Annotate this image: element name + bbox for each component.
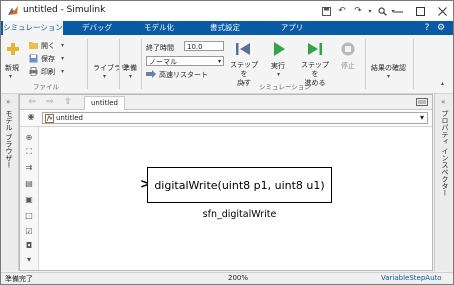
redo-icon[interactable]: ↷ <box>352 3 364 19</box>
more-icon[interactable]: ▾ <box>24 255 34 264</box>
run-button[interactable]: 実行 <box>271 61 285 71</box>
block-text: digitalWrite(uint8 p1, uint8 u1) <box>154 178 325 192</box>
diagram-canvas[interactable]: > digitalWrite(uint8 p1, uint8 u1) sfn_d… <box>39 127 432 270</box>
fast-restart-button[interactable]: 高速リスタート <box>159 70 208 80</box>
prepare-button[interactable]: 準備 <box>123 63 137 73</box>
settings-icon[interactable]: ⚙ <box>435 21 447 35</box>
run-dropdown-icon[interactable]: ▾ <box>277 71 280 78</box>
image-icon[interactable]: ▣ <box>24 195 34 204</box>
print-button[interactable]: 印刷 <box>41 67 55 77</box>
model-path: untitled <box>56 114 84 122</box>
ribbon-tab-bar: シミュレーション デバッグ モデル化 書式設定 アプリ ? ⚙ <box>1 21 453 35</box>
tab-debug[interactable]: デバッグ <box>77 21 117 35</box>
model-browser-strip[interactable]: » モデル ブラウザー <box>1 94 19 271</box>
zoom-level: 200% <box>228 274 249 282</box>
ribbon-separator <box>87 39 88 89</box>
help-icon[interactable]: ? <box>421 21 433 35</box>
fast-restart-icon <box>146 70 156 78</box>
annotation-icon[interactable]: ▤ <box>24 179 34 188</box>
stop-button[interactable]: 停止 <box>341 61 355 71</box>
tab-apps[interactable]: アプリ <box>275 21 309 35</box>
area-icon[interactable]: □ <box>24 211 34 220</box>
status-text: 準備完了 <box>5 275 33 283</box>
new-dropdown-icon[interactable]: ▾ <box>9 73 12 80</box>
folder-icon <box>29 42 38 49</box>
address-bar: ◉ untitled ▾ <box>20 110 432 127</box>
ribbon-separator <box>365 39 366 89</box>
simulink-window: untitled - Simulink ↶ ↷ ▾ ▾ シミュレーション デバッ… <box>0 0 454 285</box>
close-icon[interactable] <box>431 1 453 21</box>
zoom-in-icon[interactable]: ⊕ <box>24 133 34 142</box>
step-forward-icon <box>308 43 322 55</box>
block-name[interactable]: sfn_digitalWrite <box>147 209 332 220</box>
stop-time-label: 終了時間 <box>146 44 174 52</box>
save-dropdown-icon[interactable]: ▾ <box>61 55 64 62</box>
window-title: untitled - Simulink <box>23 5 106 15</box>
library-dropdown-icon[interactable]: ▾ <box>103 73 106 80</box>
open-dropdown-icon[interactable]: ▾ <box>61 42 64 49</box>
mode-dropdown-icon: ▾ <box>217 58 221 65</box>
property-inspector-strip[interactable]: « プロパティ インスペクター <box>434 94 453 271</box>
model-editor: ⇦ ⇨ ⇧ untitled ◉ untitled ▾ ⊕ ⛶ ⇉ ▤ ▣ □ … <box>19 94 433 271</box>
new-button[interactable]: 新規 <box>5 63 19 73</box>
collapse-ribbon-icon[interactable]: ▴ <box>441 80 444 87</box>
fit-to-view-icon[interactable]: ⛶ <box>24 147 34 156</box>
tab-modeling[interactable]: モデル化 <box>139 21 179 35</box>
editor-palette: ⊕ ⛶ ⇉ ▤ ▣ □ ☑ ◘ ▾ <box>20 127 39 270</box>
review-dropdown-icon[interactable]: ▾ <box>387 73 390 80</box>
minimize-icon[interactable] <box>387 1 409 21</box>
s-function-block[interactable]: digitalWrite(uint8 p1, uint8 u1) <box>147 167 332 203</box>
up-icon[interactable]: ⇧ <box>62 97 74 107</box>
redo-dropdown-icon[interactable]: ▾ <box>366 3 374 19</box>
print-icon <box>29 67 38 76</box>
property-inspector-label[interactable]: プロパティ インスペクター <box>440 110 450 196</box>
model-icon <box>45 114 54 123</box>
model-path-box[interactable]: untitled ▾ <box>42 112 428 124</box>
model-browser-label[interactable]: モデル ブラウザー <box>4 110 14 168</box>
model-tab[interactable]: untitled <box>84 96 126 110</box>
keyboard-icon[interactable] <box>416 98 428 106</box>
new-icon[interactable] <box>6 42 20 56</box>
camera-icon[interactable]: ◘ <box>24 241 34 250</box>
solver-link[interactable]: VariableStepAuto <box>381 274 442 282</box>
stop-icon <box>341 42 355 56</box>
print-dropdown-icon[interactable]: ▾ <box>61 68 64 75</box>
ribbon-separator <box>413 39 414 89</box>
navigation-bar: ⇦ ⇨ ⇧ untitled <box>20 95 432 110</box>
title-bar: untitled - Simulink ↶ ↷ ▾ ▾ <box>1 1 453 21</box>
simulink-app-icon <box>8 6 18 15</box>
step-back-dropdown-icon[interactable]: ▾ <box>242 80 245 87</box>
hide-explorer-icon[interactable]: ◉ <box>26 112 36 122</box>
maximize-icon[interactable] <box>409 1 431 21</box>
checkbox-icon[interactable]: ☑ <box>24 227 34 236</box>
simulation-mode-select[interactable]: ノーマル ▾ <box>146 56 224 66</box>
save-icon-ribbon <box>29 54 38 63</box>
file-group-label: ファイル <box>33 83 59 91</box>
ribbon-separator <box>119 39 120 89</box>
tab-simulation[interactable]: シミュレーション <box>3 21 63 35</box>
simulation-mode-value: ノーマル <box>149 58 177 66</box>
expand-browser-icon[interactable]: » <box>6 98 10 106</box>
open-button[interactable]: 開く <box>41 41 55 51</box>
status-bar: 準備完了 200% VariableStepAuto <box>1 272 453 284</box>
step-back-icon <box>236 43 250 55</box>
stop-time-input[interactable]: 10.0 <box>184 41 224 51</box>
save-icon[interactable] <box>320 3 332 19</box>
tab-format[interactable]: 書式設定 <box>205 21 245 35</box>
forward-icon[interactable]: ⇨ <box>44 97 56 107</box>
ribbon-separator <box>141 39 142 89</box>
simulation-group-label: シミュレーション <box>259 83 311 91</box>
expand-inspector-icon[interactable]: « <box>441 98 445 106</box>
back-icon[interactable]: ⇦ <box>26 97 38 107</box>
path-dropdown-icon[interactable]: ▾ <box>420 113 424 122</box>
prepare-dropdown-icon[interactable]: ▾ <box>129 73 132 80</box>
undo-icon[interactable]: ↶ <box>336 3 348 19</box>
ribbon-panel: 新規 ▾ 開く ▾ 保存 ▾ 印刷 ▾ ファイル ライブラリ ▾ 準備 ▾ 終了… <box>1 35 453 94</box>
save-button[interactable]: 保存 <box>41 54 55 64</box>
run-icon <box>274 42 285 56</box>
review-results-button[interactable]: 結果の確認 <box>371 63 406 73</box>
arrow-route-icon[interactable]: ⇉ <box>24 163 34 172</box>
